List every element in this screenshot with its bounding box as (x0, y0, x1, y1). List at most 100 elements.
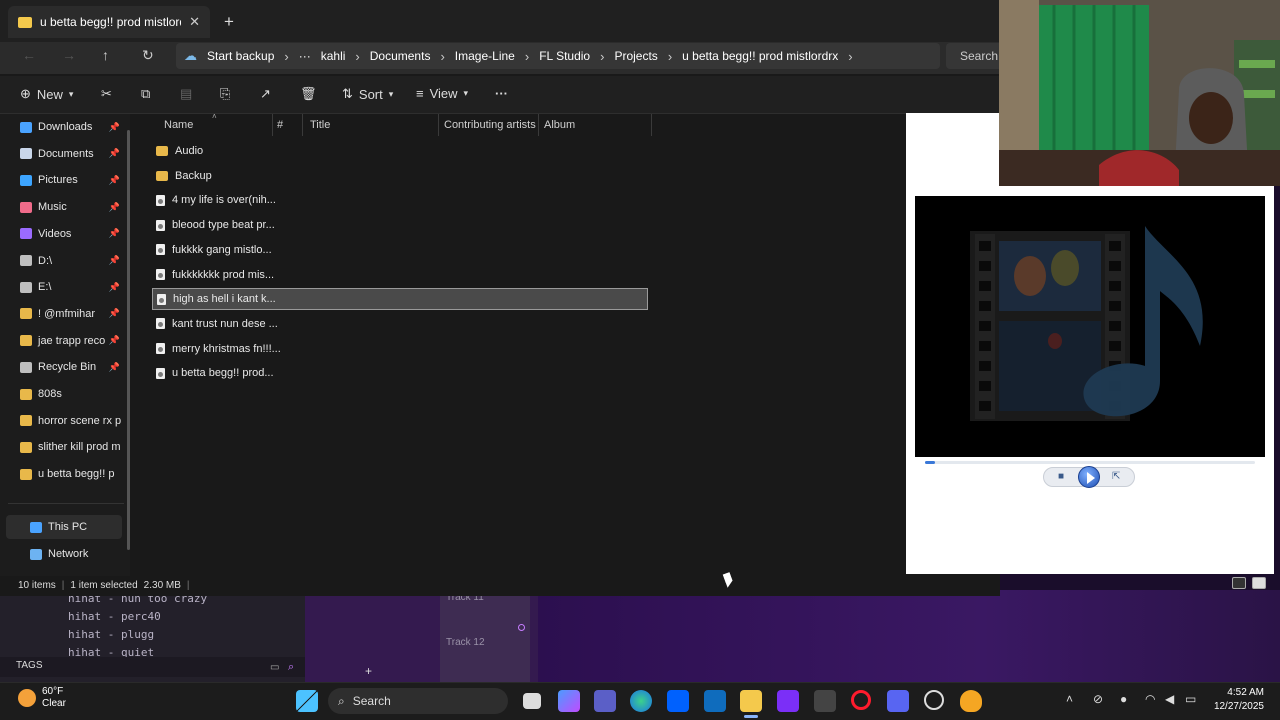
delete-icon[interactable]: 🗑 (300, 86, 317, 102)
battery-icon[interactable]: ▭ (1185, 692, 1196, 706)
sidebar-item[interactable]: Recycle Bin 📌 (20, 355, 126, 379)
sidebar-item[interactable]: D:\ 📌 (20, 249, 126, 273)
sidebar-item[interactable]: u betta begg!! p (20, 462, 126, 486)
pin-icon[interactable]: 📌 (109, 255, 120, 266)
file-explorer-icon[interactable] (740, 690, 762, 712)
tab-current-folder[interactable]: u betta begg!! prod mistlordrx ✕ (8, 6, 210, 38)
close-tab-icon[interactable]: ✕ (189, 14, 200, 30)
show-hidden-icons-icon[interactable]: ˄ (1066, 692, 1073, 706)
column-number[interactable]: # (277, 119, 283, 131)
sidebar-item[interactable]: Videos 📌 (20, 222, 126, 246)
sidebar-item[interactable]: E:\ 📌 (20, 275, 126, 299)
back-icon[interactable]: ← (22, 47, 36, 63)
breadcrumb-item[interactable]: Start backup (207, 49, 274, 63)
fl-track-toggle-icon[interactable] (518, 624, 525, 631)
rename-icon[interactable]: ⎘ (220, 86, 230, 102)
details-view-icon[interactable] (1232, 577, 1246, 589)
pin-icon[interactable]: 📌 (109, 228, 120, 239)
volume-icon[interactable]: ◀ (1165, 692, 1174, 706)
more-breadcrumbs-icon[interactable]: ··· (299, 49, 311, 63)
column-contributing-artists[interactable]: Contributing artists (444, 119, 536, 131)
fl-folder-icon[interactable]: ▭ (270, 662, 279, 673)
outlook-icon[interactable] (704, 690, 726, 712)
file-row[interactable]: fukkkkkkk prod mis... (152, 264, 648, 286)
wifi-icon[interactable]: ◠ (1145, 692, 1155, 706)
nav-this-pc[interactable]: › This PC (20, 515, 126, 539)
breadcrumb-item[interactable]: Image-Line (455, 49, 515, 63)
clipchamp-icon[interactable] (777, 690, 799, 712)
sidebar-scrollbar[interactable] (127, 130, 130, 550)
play-button[interactable] (1078, 466, 1100, 488)
fl-studio-icon[interactable] (960, 690, 982, 712)
share-icon[interactable]: ↗ (260, 86, 271, 102)
seek-bar[interactable] (925, 461, 1255, 464)
fl-tags-label[interactable]: TAGS (0, 657, 305, 677)
file-row[interactable]: kant trust nun dese ... (152, 313, 648, 335)
chevron-right-icon[interactable]: › (848, 49, 852, 64)
system-clock[interactable]: 4:52 AM 12/27/2025 (1206, 686, 1264, 714)
pin-icon[interactable]: 📌 (109, 308, 120, 319)
fl-search-icon[interactable]: ⌕ (288, 661, 294, 674)
file-row[interactable]: bleood type beat pr... (152, 214, 648, 236)
breadcrumb-item[interactable]: Documents (370, 49, 431, 63)
fl-track-label[interactable]: Track 12 (446, 637, 485, 648)
file-row[interactable]: fukkkk gang mistlo... (152, 239, 648, 261)
task-view-icon[interactable] (523, 693, 541, 709)
column-album[interactable]: Album (544, 119, 575, 131)
sidebar-item[interactable]: slither kill prod m (20, 435, 126, 459)
copy-icon[interactable]: ⧉ (141, 86, 150, 102)
sidebar-item[interactable]: jae trapp reco 📌 (20, 329, 126, 353)
large-icons-view-icon[interactable] (1252, 577, 1266, 589)
sidebar-item[interactable]: horror scene rx p (20, 409, 126, 433)
up-icon[interactable]: ↑ (102, 47, 109, 63)
microphone-icon[interactable]: ● (1120, 692, 1127, 706)
sidebar-item[interactable]: Pictures 📌 (20, 168, 126, 192)
column-name[interactable]: Name (164, 119, 193, 131)
pin-icon[interactable]: 📌 (109, 175, 120, 186)
breadcrumb-item[interactable]: u betta begg!! prod mistlordrx (682, 49, 838, 63)
sidebar-item[interactable]: Documents 📌 (20, 142, 126, 166)
nav-network[interactable]: › Network (20, 542, 126, 566)
obs-icon[interactable] (924, 690, 944, 710)
sidebar-item[interactable]: Downloads 📌 (20, 115, 126, 139)
pin-icon[interactable]: 📌 (109, 335, 120, 346)
address-bar[interactable]: ☁ Start backup › ··· kahli › Documents ›… (176, 43, 940, 69)
dropbox-icon[interactable] (667, 690, 689, 712)
column-separator[interactable] (538, 114, 539, 136)
view-button[interactable]: ≡ View ▾ (416, 86, 468, 101)
file-row[interactable]: high as hell i kant k... (152, 288, 648, 311)
pin-icon[interactable]: 📌 (109, 362, 120, 373)
taskbar-search[interactable]: ⌕ Search (328, 688, 508, 714)
forward-icon[interactable]: → (62, 47, 76, 63)
more-options-icon[interactable]: ··· (495, 86, 508, 101)
column-separator[interactable] (272, 114, 273, 136)
teams-icon[interactable] (594, 690, 616, 712)
sort-button[interactable]: ⇅ Sort ▾ (342, 86, 393, 102)
column-separator[interactable] (302, 114, 303, 136)
file-row[interactable]: Audio (152, 140, 648, 162)
discord-icon[interactable] (887, 690, 909, 712)
file-row[interactable]: merry khristmas fn!!!... (152, 338, 648, 360)
cut-icon[interactable]: ✂ (101, 86, 112, 102)
breadcrumb-item[interactable]: kahli (321, 49, 346, 63)
breadcrumb-item[interactable]: Projects (614, 49, 657, 63)
pin-icon[interactable]: 📌 (109, 122, 120, 133)
column-separator[interactable] (651, 114, 652, 136)
fl-add-track-icon[interactable]: + (365, 664, 372, 678)
pin-icon[interactable]: 📌 (109, 202, 120, 213)
fl-browser-item[interactable]: hihat - plugg (68, 628, 154, 641)
new-tab-icon[interactable]: + (224, 12, 234, 32)
new-button[interactable]: ⊕ New ▾ (20, 86, 73, 102)
column-separator[interactable] (438, 114, 439, 136)
file-row[interactable]: u betta begg!! prod... (152, 362, 648, 384)
fullscreen-icon[interactable]: ⇱ (1112, 471, 1120, 482)
edge-icon[interactable] (630, 690, 652, 712)
stop-icon[interactable]: ■ (1058, 471, 1064, 482)
sidebar-item[interactable]: Music 📌 (20, 195, 126, 219)
refresh-icon[interactable]: ↻ (142, 47, 154, 64)
network-off-icon[interactable]: ⊘ (1093, 692, 1103, 706)
file-row[interactable]: 4 my life is over(nih... (152, 189, 648, 211)
file-row[interactable]: Backup (152, 165, 648, 187)
breadcrumb-item[interactable]: FL Studio (539, 49, 590, 63)
pin-icon[interactable]: 📌 (109, 148, 120, 159)
